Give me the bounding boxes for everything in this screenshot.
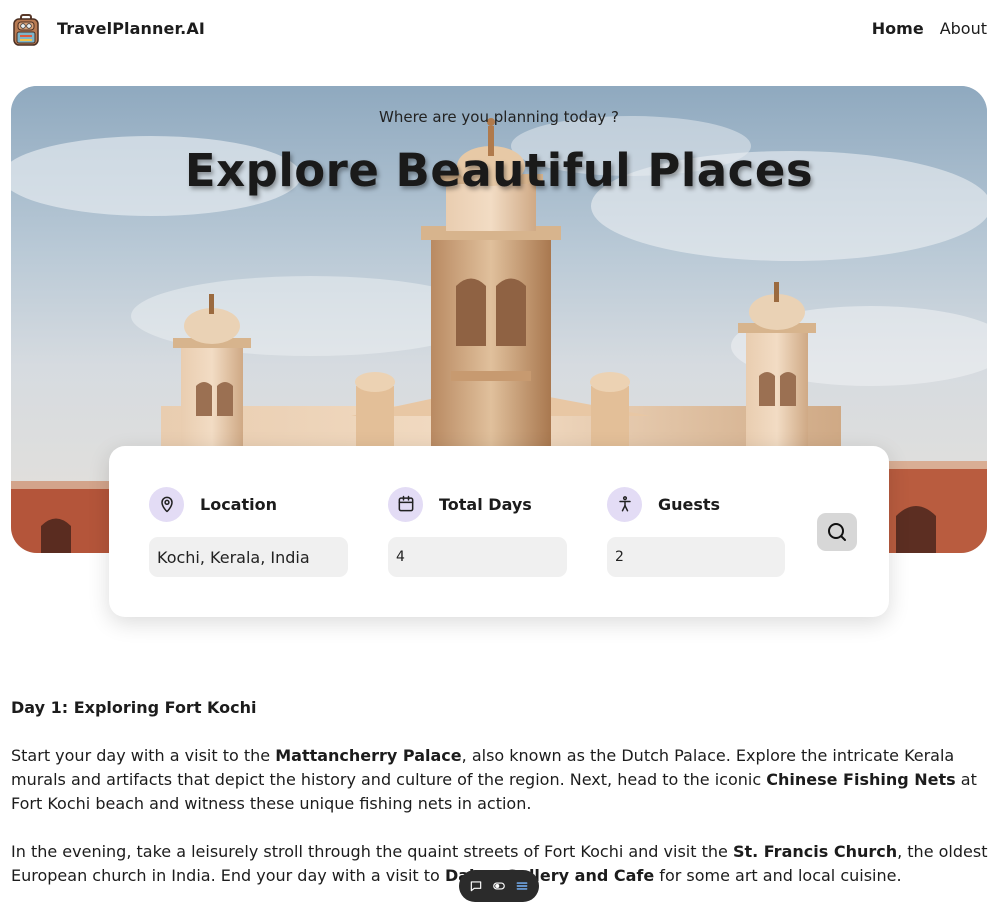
place-name: St. Francis Church: [732, 842, 898, 861]
top-nav: Home About: [872, 19, 987, 38]
total-days-input[interactable]: 4: [388, 537, 567, 577]
itinerary-paragraph: Start your day with a visit to the Matta…: [11, 744, 991, 816]
comment-icon[interactable]: [466, 876, 486, 896]
total-days-label: Total Days: [439, 494, 532, 514]
person-icon: [607, 486, 642, 522]
location-label: Location: [200, 494, 277, 514]
list-icon[interactable]: [512, 876, 532, 896]
guests-input[interactable]: 2: [607, 537, 785, 577]
backpack-logo-icon[interactable]: [11, 14, 41, 46]
guests-field: Guests 2: [607, 486, 785, 577]
trip-search-card: Location Kochi, Kerala, India Total Days…: [109, 446, 889, 617]
location-field: Location Kochi, Kerala, India: [149, 486, 348, 577]
hero-subtitle: Where are you planning today ?: [379, 108, 619, 126]
search-button[interactable]: [817, 513, 857, 551]
paragraph-text: Start your day with a visit to the: [11, 746, 276, 765]
map-pin-icon: [149, 486, 184, 522]
place-name: Mattancherry Palace: [275, 746, 462, 765]
search-icon: [828, 523, 846, 541]
nav-about-link[interactable]: About: [940, 19, 987, 38]
place-name: Chinese Fishing Nets: [766, 770, 956, 789]
itinerary-content: Day 1: Exploring Fort Kochi Start your d…: [11, 696, 991, 888]
header: TravelPlanner.AI Home About: [0, 0, 1001, 60]
brand-name[interactable]: TravelPlanner.AI: [57, 19, 205, 38]
guests-label: Guests: [658, 494, 721, 514]
toggle-icon[interactable]: [489, 876, 509, 896]
hero-title: Explore Beautiful Places: [184, 144, 814, 197]
paragraph-text: In the evening, take a leisurely stroll …: [11, 842, 733, 861]
calendar-icon: [388, 486, 423, 522]
location-input[interactable]: Kochi, Kerala, India: [149, 537, 348, 577]
day-title: Day 1: Exploring Fort Kochi: [11, 698, 257, 717]
paragraph-text: for some art and local cuisine.: [654, 866, 902, 885]
nav-home-link[interactable]: Home: [872, 19, 924, 38]
floating-toolbar: [459, 870, 539, 902]
total-days-field: Total Days 4: [388, 486, 567, 577]
